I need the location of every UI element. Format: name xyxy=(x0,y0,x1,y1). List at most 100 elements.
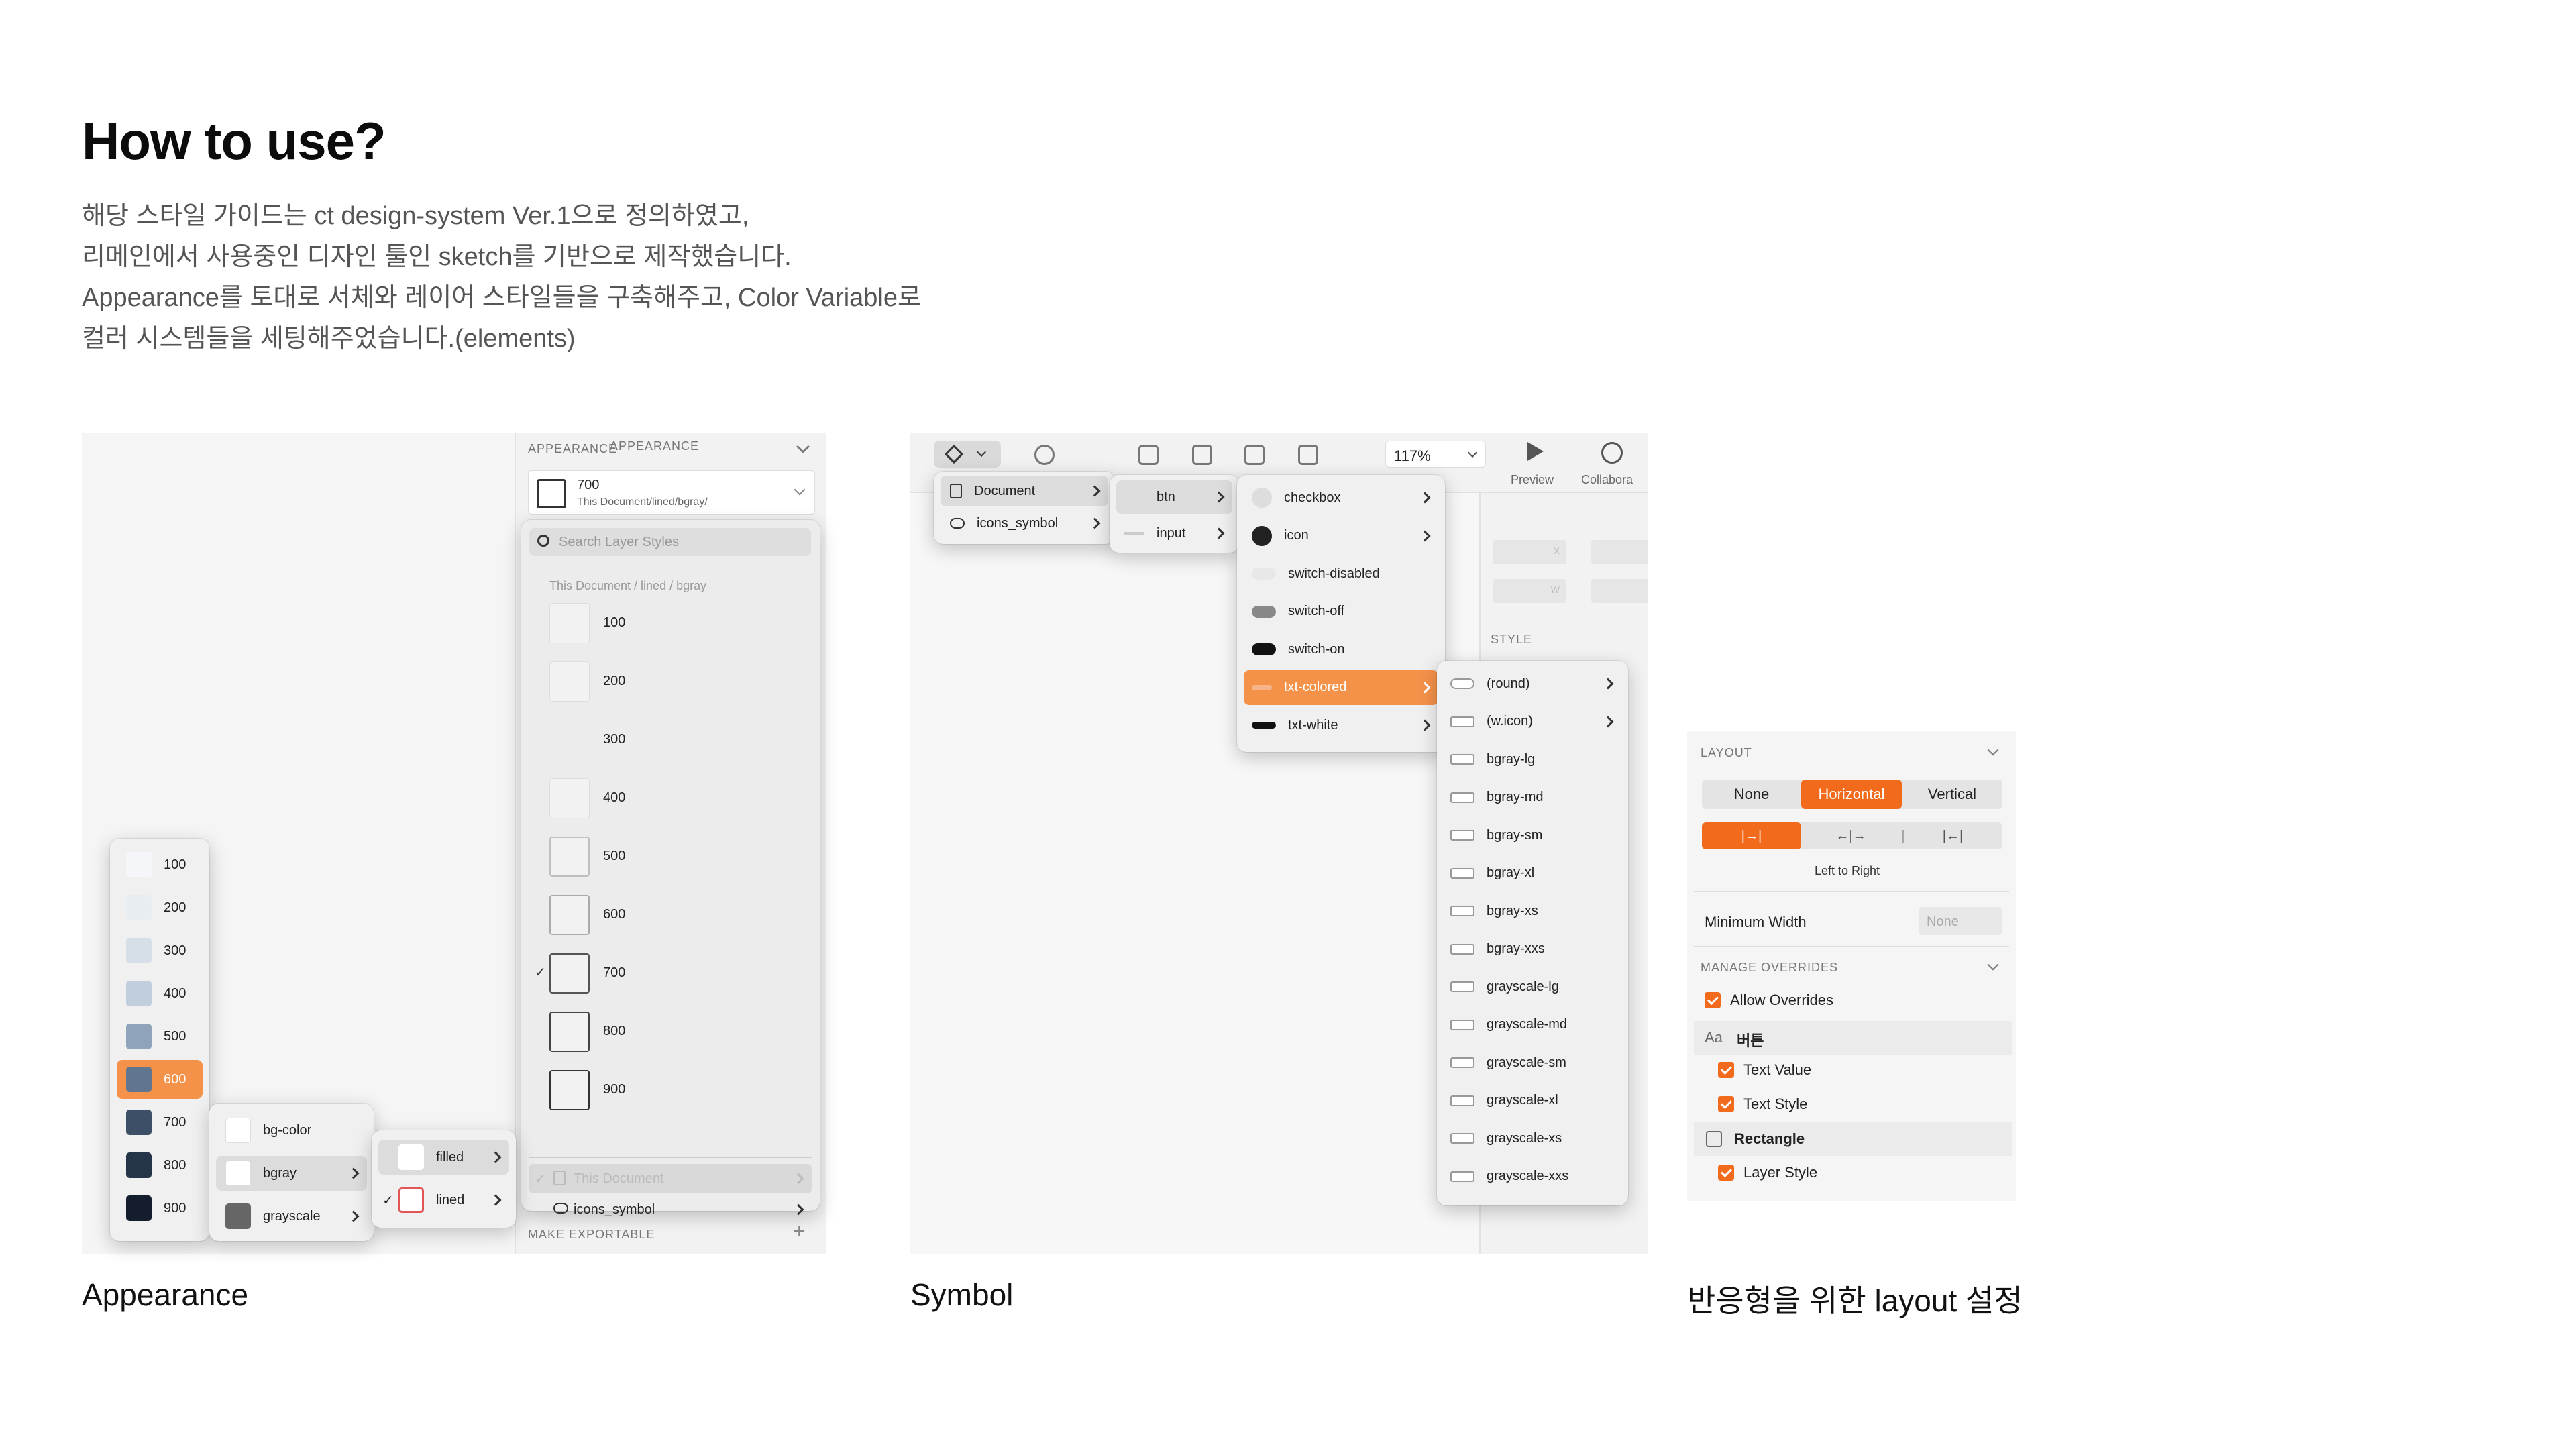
swatch xyxy=(126,1067,152,1092)
menu-item-txt-colored[interactable]: txt-colored xyxy=(1244,669,1438,705)
menu-item-grayscale[interactable]: grayscale xyxy=(216,1199,367,1234)
direction-center[interactable]: ←|→ xyxy=(1801,822,1900,849)
source-item-icons-symbol[interactable]: icons_symbol xyxy=(529,1195,812,1224)
layer-style-selector[interactable]: 700 This Document/lined/bgray/ xyxy=(528,470,815,515)
style-list-item[interactable]: 200 xyxy=(529,657,812,706)
caption-symbol: Symbol xyxy=(910,1277,1014,1312)
text-style-row[interactable]: Text Style xyxy=(1718,1095,1807,1113)
menu-item-grayscale-lg[interactable]: grayscale-lg xyxy=(1444,969,1621,1004)
description: 해당 스타일 가이드는 ct design-system Ver.1으로 정의하… xyxy=(82,196,921,360)
w-field[interactable]: W xyxy=(1493,579,1566,603)
menu-item-color-600[interactable]: 600 xyxy=(117,1060,203,1099)
play-icon[interactable] xyxy=(1527,442,1544,461)
direction-left-to-right[interactable]: |→| xyxy=(1702,822,1801,849)
menu-item-switch-disabled[interactable]: switch-disabled xyxy=(1244,556,1438,591)
text-group-row[interactable]: Aa 버튼 xyxy=(1694,1021,2012,1055)
chevron-down-icon xyxy=(1467,447,1478,458)
text-value-checkbox[interactable] xyxy=(1718,1062,1734,1078)
menu-item-color-500[interactable]: 500 xyxy=(117,1017,203,1056)
style-path: This Document/lined/bgray/ xyxy=(577,496,708,508)
menu-item-color-800[interactable]: 800 xyxy=(117,1146,203,1185)
style-list-item[interactable]: 100 xyxy=(529,599,812,647)
style-list-item[interactable]: 400 xyxy=(529,774,812,822)
menu-item-filled[interactable]: filled xyxy=(378,1140,509,1175)
menu-item-btn[interactable]: btn xyxy=(1116,480,1232,514)
menu-item-round[interactable]: (round) xyxy=(1444,666,1621,701)
button-preview-icon xyxy=(1450,792,1474,803)
search-input[interactable]: Search Layer Styles xyxy=(529,528,811,556)
menu-item-lined[interactable]: ✓ lined xyxy=(378,1183,509,1218)
menu-item-grayscale-xs[interactable]: grayscale-xs xyxy=(1444,1121,1621,1156)
style-list-item[interactable]: ✓ 700 xyxy=(529,949,812,998)
menu-item-bgray-xxs[interactable]: bgray-xxs xyxy=(1444,932,1621,967)
allow-overrides-row[interactable]: Allow Overrides xyxy=(1705,991,1833,1009)
menu-item-bg-color[interactable]: bg-color xyxy=(216,1113,367,1148)
allow-overrides-checkbox[interactable] xyxy=(1705,992,1721,1008)
menu-item-color-400[interactable]: 400 xyxy=(117,974,203,1013)
button-preview-icon xyxy=(1450,678,1474,689)
menu-item-label: bgray-sm xyxy=(1487,827,1543,843)
chevron-right-icon xyxy=(347,1210,360,1222)
menu-item-input[interactable]: input xyxy=(1116,517,1232,550)
menu-item-bgray-sm[interactable]: bgray-sm xyxy=(1444,818,1621,853)
direction-right-to-left[interactable]: |←| xyxy=(1903,822,2002,849)
difference-icon[interactable] xyxy=(1298,445,1318,465)
menu-item-checkbox[interactable]: checkbox xyxy=(1244,480,1438,515)
menu-item-color-700[interactable]: 700 xyxy=(117,1103,203,1142)
swatch xyxy=(126,1195,152,1221)
menu-item-grayscale-sm[interactable]: grayscale-sm xyxy=(1444,1045,1621,1080)
source-item-this-document[interactable]: ✓ This Document xyxy=(529,1164,812,1193)
menu-item-document[interactable]: Document xyxy=(941,476,1108,506)
menu-item-grayscale-xxs[interactable]: grayscale-xxs xyxy=(1444,1159,1621,1194)
union-icon[interactable] xyxy=(1138,445,1159,465)
insert-symbol-button[interactable] xyxy=(934,441,1001,468)
menu-item-switch-on[interactable]: switch-on xyxy=(1244,632,1438,667)
menu-item-label: switch-on xyxy=(1288,641,1345,657)
subtract-icon[interactable] xyxy=(1192,445,1212,465)
menu-item-color-900[interactable]: 900 xyxy=(117,1189,203,1228)
menu-item-icons-symbol[interactable]: icons_symbol xyxy=(941,508,1108,539)
menu-item-grayscale-xl[interactable]: grayscale-xl xyxy=(1444,1083,1621,1118)
min-width-input[interactable]: None xyxy=(1919,907,2002,935)
style-list-item[interactable]: 300 xyxy=(529,716,812,764)
menu-item-color-300[interactable]: 300 xyxy=(117,931,203,970)
menu-item-bgray-xs[interactable]: bgray-xs xyxy=(1444,894,1621,928)
add-export-button[interactable]: + xyxy=(793,1219,806,1244)
layer-style-checkbox[interactable] xyxy=(1718,1165,1734,1181)
text-value-row[interactable]: Text Value xyxy=(1718,1061,1811,1079)
shape-group-row[interactable]: Rectangle xyxy=(1694,1122,2012,1156)
menu-item-bgray[interactable]: bgray xyxy=(216,1156,367,1191)
menu-item-bgray-lg[interactable]: bgray-lg xyxy=(1444,742,1621,777)
style-preview xyxy=(549,778,590,818)
menu-item-txt-white[interactable]: txt-white xyxy=(1244,708,1438,743)
menu-item-switch-off[interactable]: switch-off xyxy=(1244,594,1438,629)
layout-mode-horizontal[interactable]: Horizontal xyxy=(1801,780,1902,809)
menu-item-color-200[interactable]: 200 xyxy=(117,888,203,927)
y-field[interactable] xyxy=(1591,540,1648,564)
style-list-item[interactable]: 900 xyxy=(529,1066,812,1114)
style-label: 700 xyxy=(603,965,626,980)
menu-item-icon[interactable]: icon xyxy=(1244,519,1438,553)
chevron-down-icon[interactable] xyxy=(1987,959,1999,971)
text-style-checkbox[interactable] xyxy=(1718,1096,1734,1112)
menu-item-bgray-xl[interactable]: bgray-xl xyxy=(1444,856,1621,891)
menu-item-grayscale-md[interactable]: grayscale-md xyxy=(1444,1008,1621,1042)
zoom-select[interactable]: 117% xyxy=(1385,441,1486,468)
menu-item-color-100[interactable]: 100 xyxy=(117,845,203,884)
menu-item-label: icons_symbol xyxy=(977,515,1059,531)
chevron-down-icon[interactable] xyxy=(1987,744,1999,756)
layout-mode-vertical[interactable]: Vertical xyxy=(1902,780,2002,809)
menu-item-bgray-md[interactable]: bgray-md xyxy=(1444,780,1621,815)
intersect-icon[interactable] xyxy=(1244,445,1265,465)
layer-style-row[interactable]: Layer Style xyxy=(1718,1164,1817,1181)
layout-mode-none[interactable]: None xyxy=(1702,780,1801,809)
collaborate-icon[interactable] xyxy=(1601,442,1623,464)
menu-item-wicon[interactable]: (w.icon) xyxy=(1444,704,1621,739)
style-list-item[interactable]: 600 xyxy=(529,891,812,939)
chevron-right-icon xyxy=(1419,530,1431,541)
h-field[interactable] xyxy=(1591,579,1648,603)
style-list-item[interactable]: 800 xyxy=(529,1008,812,1056)
layer-icon[interactable] xyxy=(1034,445,1055,465)
style-list-item[interactable]: 500 xyxy=(529,833,812,881)
x-field[interactable]: X xyxy=(1493,540,1566,564)
